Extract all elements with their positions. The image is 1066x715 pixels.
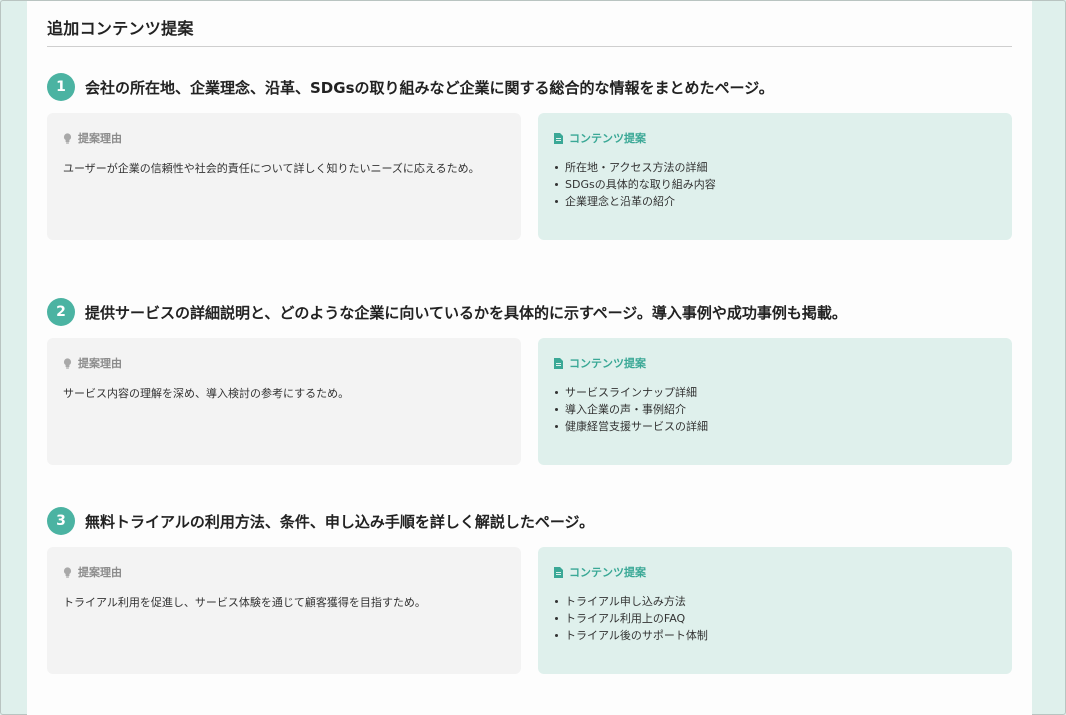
reason-text: ユーザーが企業の信頼性や社会的責任について詳しく知りたいニーズに応えるため。 xyxy=(63,162,480,175)
proposal-number-badge: 1 xyxy=(47,73,75,101)
list-item: 導入企業の声・事例紹介 xyxy=(554,401,996,418)
content-list: 所在地・アクセス方法の詳細 SDGsの具体的な取り組み内容 企業理念と沿革の紹介 xyxy=(554,159,996,210)
content-card: コンテンツ提案 サービスラインナップ詳細 導入企業の声・事例紹介 健康経営支援サ… xyxy=(538,338,1012,465)
reason-header: 提案理由 xyxy=(63,131,505,145)
proposal-title: 無料トライアルの利用方法、条件、申し込み手順を詳しく解説したページ。 xyxy=(85,512,595,531)
document-icon xyxy=(554,357,563,369)
lightbulb-icon xyxy=(63,357,72,369)
reason-header: 提案理由 xyxy=(63,565,505,579)
content-header: コンテンツ提案 xyxy=(554,131,996,145)
reason-header: 提案理由 xyxy=(63,356,505,370)
proposal-number-badge: 3 xyxy=(47,507,75,535)
section-title: 追加コンテンツ提案 xyxy=(47,19,194,38)
content-list: サービスラインナップ詳細 導入企業の声・事例紹介 健康経営支援サービスの詳細 xyxy=(554,384,996,435)
reason-label: 提案理由 xyxy=(78,132,122,145)
content-header: コンテンツ提案 xyxy=(554,565,996,579)
proposal-number-badge: 2 xyxy=(47,298,75,326)
reason-label: 提案理由 xyxy=(78,566,122,579)
lightbulb-icon xyxy=(63,132,72,144)
list-item: 所在地・アクセス方法の詳細 xyxy=(554,159,996,176)
content-label: コンテンツ提案 xyxy=(569,132,646,145)
reason-label: 提案理由 xyxy=(78,357,122,370)
section-divider xyxy=(47,46,1012,47)
content-card: コンテンツ提案 トライアル申し込み方法 トライアル利用上のFAQ トライアル後の… xyxy=(538,547,1012,674)
list-item: トライアル申し込み方法 xyxy=(554,593,996,610)
content-card: コンテンツ提案 所在地・アクセス方法の詳細 SDGsの具体的な取り組み内容 企業… xyxy=(538,113,1012,240)
content-label: コンテンツ提案 xyxy=(569,566,646,579)
document-icon xyxy=(554,132,563,144)
reason-text: サービス内容の理解を深め、導入検討の参考にするため。 xyxy=(63,387,350,400)
document-icon xyxy=(554,566,563,578)
reason-text: トライアル利用を促進し、サービス体験を通じて顧客獲得を目指すため。 xyxy=(63,596,426,609)
list-item: トライアル利用上のFAQ xyxy=(554,610,996,627)
content-list: トライアル申し込み方法 トライアル利用上のFAQ トライアル後のサポート体制 xyxy=(554,593,996,644)
proposal-header: 3 無料トライアルの利用方法、条件、申し込み手順を詳しく解説したページ。 xyxy=(47,507,594,535)
content-header: コンテンツ提案 xyxy=(554,356,996,370)
content-panel: 追加コンテンツ提案 1 会社の所在地、企業理念、沿革、SDGsの取り組みなど企業… xyxy=(27,1,1032,715)
list-item: 健康経営支援サービスの詳細 xyxy=(554,418,996,435)
lightbulb-icon xyxy=(63,566,72,578)
list-item: サービスラインナップ詳細 xyxy=(554,384,996,401)
reason-card: 提案理由 トライアル利用を促進し、サービス体験を通じて顧客獲得を目指すため。 xyxy=(47,547,521,674)
proposal-header: 2 提供サービスの詳細説明と、どのような企業に向いているかを具体的に示すページ。… xyxy=(47,298,847,326)
content-label: コンテンツ提案 xyxy=(569,357,646,370)
proposal-header: 1 会社の所在地、企業理念、沿革、SDGsの取り組みなど企業に関する総合的な情報… xyxy=(47,73,774,101)
proposal-title: 提供サービスの詳細説明と、どのような企業に向いているかを具体的に示すページ。導入… xyxy=(85,303,847,322)
list-item: 企業理念と沿革の紹介 xyxy=(554,193,996,210)
list-item: SDGsの具体的な取り組み内容 xyxy=(554,176,996,193)
reason-card: 提案理由 サービス内容の理解を深め、導入検討の参考にするため。 xyxy=(47,338,521,465)
reason-card: 提案理由 ユーザーが企業の信頼性や社会的責任について詳しく知りたいニーズに応える… xyxy=(47,113,521,240)
proposal-title: 会社の所在地、企業理念、沿革、SDGsの取り組みなど企業に関する総合的な情報をま… xyxy=(85,78,774,97)
list-item: トライアル後のサポート体制 xyxy=(554,627,996,644)
